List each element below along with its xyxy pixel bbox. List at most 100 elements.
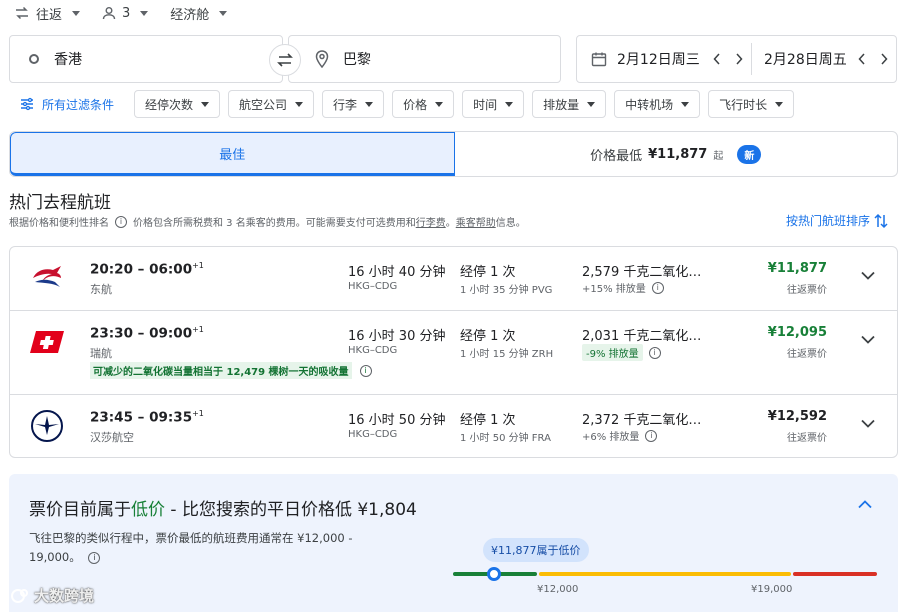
high-range-segment <box>793 572 877 576</box>
info-icon[interactable]: i <box>648 346 661 359</box>
all-filters-label: 所有过滤条件 <box>42 97 115 112</box>
filter-chip-times[interactable]: 时间 <box>462 90 525 118</box>
return-date-field[interactable]: 2月28日周五 <box>752 36 895 82</box>
chevron-down-icon <box>219 10 228 16</box>
filter-chip-duration[interactable]: 飞行时长 <box>708 90 795 118</box>
flight-time-text: 23:30 – 09:00 <box>90 325 193 342</box>
sort-button[interactable]: 按热门航班排序 <box>786 212 888 229</box>
flight-route: HKG–CDG <box>348 429 398 440</box>
passengers-select[interactable]: 3 <box>102 6 149 21</box>
info-icon[interactable]: i <box>115 215 127 228</box>
info-icon[interactable]: i <box>645 429 658 442</box>
flight-price: ¥12,592 <box>767 409 827 424</box>
person-icon <box>102 6 116 20</box>
flight-time-text: 23:45 – 09:35 <box>90 409 193 426</box>
chevron-down-icon <box>72 10 81 16</box>
layover-info: 1 小时 35 分钟 PVG <box>460 285 553 296</box>
flight-stops: 经停 1 次 <box>460 329 516 344</box>
chevron-up-icon <box>858 500 872 509</box>
filter-chip-airlines[interactable]: 航空公司 <box>228 90 315 118</box>
range-high-label: ¥19,000 <box>751 584 793 595</box>
price-insight-panel: 票价目前属于低价 - 比您搜索的平日价格低 ¥1,804 飞往巴黎的类似行程中，… <box>9 474 898 612</box>
flight-route: HKG–CDG <box>348 345 398 356</box>
new-badge: 新 <box>737 144 762 164</box>
collapse-button[interactable] <box>858 498 872 513</box>
airline-name: 汉莎航空 <box>90 431 134 444</box>
typical-range-segment <box>539 572 791 576</box>
origin-field[interactable]: 香港 <box>9 35 283 83</box>
flight-row[interactable]: 23:30 – 09:00+1 瑞航 可减少的二氧化碳当量相当于 12,479 … <box>10 311 897 395</box>
price-note-end: 信息。 <box>495 218 526 229</box>
filter-chip-label: 中转机场 <box>625 97 674 112</box>
flight-duration: 16 小时 30 分钟 <box>348 329 446 344</box>
co2-emissions: 2,031 千克二氧化… <box>582 329 702 344</box>
all-filters-button[interactable]: 所有过滤条件 <box>20 96 114 113</box>
sort-tabs: 最佳 价格最低 ¥11,877 起 新 <box>9 131 898 177</box>
info-icon[interactable]: i <box>651 281 664 294</box>
day-offset: +1 <box>192 261 204 270</box>
insight-title-low: 低价 <box>131 500 165 520</box>
chevron-down-icon <box>861 335 875 344</box>
filter-chip-label: 航空公司 <box>239 97 288 112</box>
filter-chip-label: 行李 <box>333 97 358 112</box>
watermark-logo-icon <box>10 588 30 604</box>
chevron-down-icon <box>140 10 149 16</box>
emissions-delta-text: +15% 排放量 <box>582 284 646 295</box>
flight-duration: 16 小时 50 分钟 <box>348 413 446 428</box>
current-price-marker <box>487 567 501 581</box>
tab-cheapest-price: ¥11,877 <box>648 146 708 162</box>
filter-chip-emissions[interactable]: 排放量 <box>532 90 607 118</box>
flight-row[interactable]: 23:45 – 09:35+1 汉莎航空 16 小时 50 分钟 HKG–CDG… <box>10 395 897 457</box>
prev-return-date-button[interactable] <box>851 48 873 70</box>
flight-price: ¥11,877 <box>767 261 827 276</box>
eco-note: 可减少的二氧化碳当量相当于 12,479 棵树一天的吸收量 i <box>90 362 372 379</box>
flight-stops: 经停 1 次 <box>460 265 516 280</box>
filter-chip-label: 排放量 <box>543 97 580 112</box>
calendar-icon <box>591 51 607 67</box>
expand-button[interactable] <box>861 417 875 432</box>
expand-button[interactable] <box>861 333 875 348</box>
prev-depart-date-button[interactable] <box>706 48 728 70</box>
bag-fees-link[interactable]: 行李费 <box>416 218 446 229</box>
watermark: 大数跨境 <box>10 585 94 606</box>
passenger-help-link[interactable]: 乘客帮助 <box>456 218 496 229</box>
filter-chip-connecting-airports[interactable]: 中转机场 <box>614 90 701 118</box>
next-return-date-button[interactable] <box>873 48 895 70</box>
depart-date-field[interactable]: 2月12日周三 <box>577 36 751 82</box>
flight-route: HKG–CDG <box>348 281 398 292</box>
insight-desc-text: 飞往巴黎的类似行程中，票价最低的航班费用通常在 ¥12,000 - 19,000… <box>29 531 353 564</box>
price-type: 往返票价 <box>787 349 827 360</box>
depart-date-value: 2月12日周三 <box>617 52 700 68</box>
emissions-delta: -9% 排放量 i <box>582 344 661 361</box>
chevron-down-icon <box>861 271 875 280</box>
flight-time: 23:45 – 09:35+1 <box>90 409 204 426</box>
info-icon[interactable]: i <box>88 551 101 564</box>
co2-emissions: 2,372 千克二氧化… <box>582 413 702 428</box>
lufthansa-logo <box>30 409 64 443</box>
chevron-down-icon <box>295 101 304 107</box>
info-icon[interactable]: i <box>359 364 372 377</box>
chevron-down-icon <box>365 101 374 107</box>
airline-name: 瑞航 <box>90 347 112 360</box>
chevron-down-icon <box>775 101 784 107</box>
cabin-class-select[interactable]: 经济舱 <box>170 4 228 23</box>
trip-type-select[interactable]: 往返 <box>14 4 81 23</box>
price-insight-description: 飞往巴黎的类似行程中，票价最低的航班费用通常在 ¥12,000 - 19,000… <box>29 529 374 567</box>
price-note-punct: 。 <box>445 218 456 229</box>
expand-button[interactable] <box>861 269 875 284</box>
swap-locations-button[interactable] <box>269 44 301 76</box>
tab-cheapest[interactable]: 价格最低 ¥11,877 起 新 <box>455 132 898 176</box>
filter-chip-bags[interactable]: 行李 <box>322 90 385 118</box>
return-date-value: 2月28日周五 <box>764 52 847 68</box>
filter-chip-price[interactable]: 价格 <box>392 90 455 118</box>
flight-row[interactable]: 20:20 – 06:00+1 东航 16 小时 40 分钟 HKG–CDG 经… <box>10 247 897 311</box>
filter-chip-stops[interactable]: 经停次数 <box>134 90 221 118</box>
destination-field[interactable]: 巴黎 <box>288 35 561 83</box>
next-depart-date-button[interactable] <box>728 48 750 70</box>
location-pin-icon <box>315 50 329 68</box>
section-title: 热门去程航班 <box>9 193 111 213</box>
range-low-label: ¥12,000 <box>537 584 579 595</box>
emissions-delta-text: +6% 排放量 <box>582 432 640 443</box>
price-type: 往返票价 <box>787 433 827 444</box>
tab-best[interactable]: 最佳 <box>10 132 455 176</box>
